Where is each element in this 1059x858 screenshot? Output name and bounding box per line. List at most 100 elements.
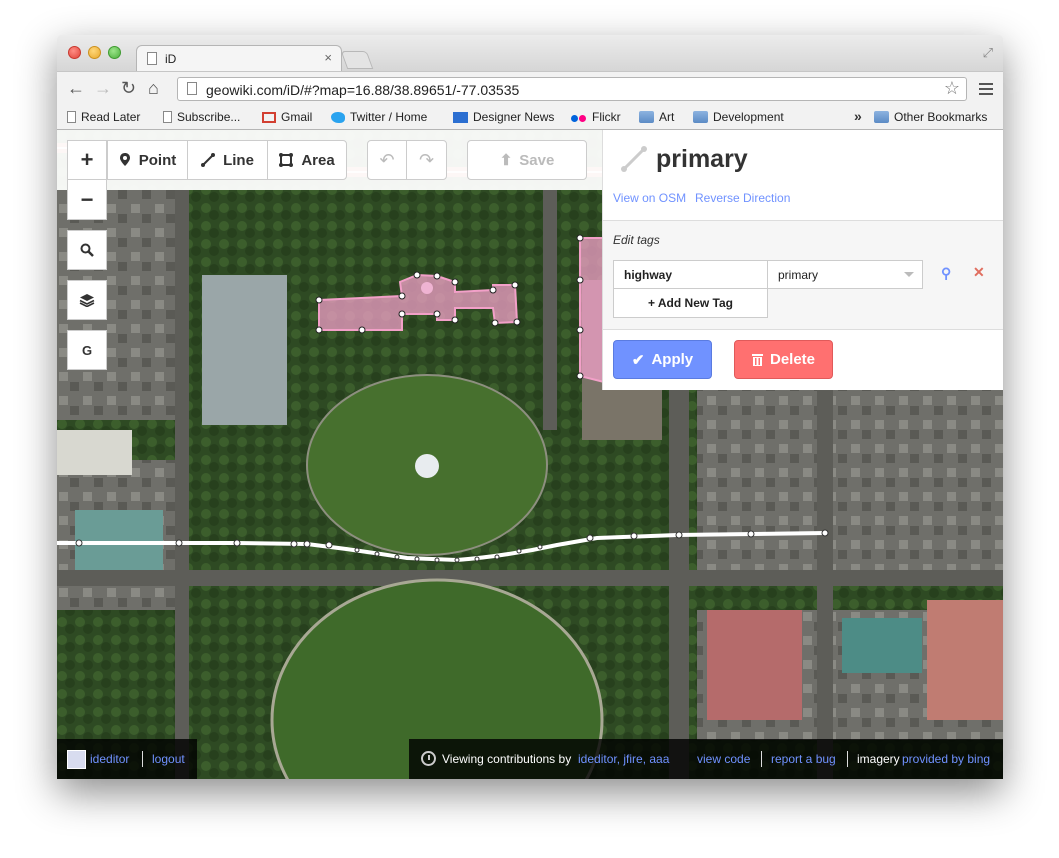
- footer-divider: [142, 751, 143, 767]
- reload-icon[interactable]: ↻: [121, 78, 136, 99]
- save-button[interactable]: ⬆ Save: [467, 140, 587, 180]
- avatar: [67, 750, 86, 769]
- designer-news-icon: [453, 112, 468, 123]
- map-viewport[interactable]: ✋ Point Line Area ↶ ↷: [57, 130, 1003, 779]
- geolocate-button[interactable]: G: [67, 330, 107, 370]
- browser-toolbar: ← → ↻ ⌂ geowiki.com/iD/#?map=16.88/38.89…: [57, 71, 1003, 105]
- bookmark-subscribe[interactable]: Subscribe...: [163, 110, 240, 124]
- page-icon: [187, 82, 197, 95]
- building-teal-1: [842, 618, 922, 673]
- window-maximize-button[interactable]: [108, 46, 121, 59]
- building-white: [57, 430, 132, 475]
- bookmark-designer-news[interactable]: Designer News: [453, 110, 554, 124]
- street-h: [57, 570, 1003, 586]
- footer-divider: [847, 751, 848, 767]
- fullscreen-icon[interactable]: ⤢: [983, 45, 993, 61]
- window-minimize-button[interactable]: [88, 46, 101, 59]
- bookmarks-bar: Read Later Subscribe... Gmail Twitter / …: [57, 105, 1003, 130]
- menu-icon[interactable]: [979, 83, 993, 95]
- search-icon: [80, 243, 94, 257]
- folder-icon: [874, 111, 889, 123]
- tag-info-search-icon[interactable]: ⚲: [941, 265, 951, 282]
- street-15th-north: [543, 190, 557, 430]
- mode-area-button[interactable]: Area: [268, 141, 346, 179]
- imagery-label: imagery: [857, 752, 900, 766]
- star-icon[interactable]: ☆: [944, 78, 960, 99]
- zoom-in-button[interactable]: +: [67, 140, 107, 180]
- checkmark-icon: ✔: [631, 351, 645, 369]
- report-bug-link[interactable]: report a bug: [771, 752, 836, 766]
- edit-tags-label: Edit tags: [613, 233, 660, 247]
- undo-redo-group: ↶ ↷: [367, 140, 447, 180]
- doc-icon: [67, 111, 76, 123]
- tab-title: iD: [165, 52, 177, 66]
- tab-close-icon[interactable]: ×: [324, 50, 332, 65]
- home-icon[interactable]: ⌂: [148, 78, 159, 99]
- clock-icon: [421, 751, 436, 766]
- add-tag-button[interactable]: + Add New Tag: [613, 288, 768, 318]
- redo-button[interactable]: ↷: [407, 141, 446, 179]
- inspector-panel: primary View on OSM Reverse Direction Ed…: [602, 130, 1003, 390]
- reverse-direction-link[interactable]: Reverse Direction: [695, 191, 790, 205]
- tab-strip: iD × ⤢: [57, 35, 1003, 72]
- zoom-out-button[interactable]: −: [67, 180, 107, 220]
- view-code-link[interactable]: view code: [697, 752, 750, 766]
- geocoder-button[interactable]: [67, 230, 107, 270]
- contributors-link[interactable]: ideditor, jfire, aaa: [578, 752, 669, 766]
- building-red-2: [927, 600, 1003, 720]
- bookmark-flickr[interactable]: Flickr: [571, 110, 621, 124]
- tag-value-input[interactable]: primary: [767, 260, 923, 289]
- street-east: [817, 390, 833, 779]
- line-icon: [621, 146, 647, 172]
- logout-link[interactable]: logout: [152, 752, 185, 766]
- inspector-header: primary View on OSM Reverse Direction: [603, 130, 1003, 220]
- viewing-contributions-text: Viewing contributions by: [442, 752, 572, 766]
- street-17th: [175, 190, 189, 779]
- footer-divider: [761, 751, 762, 767]
- tag-editor: Edit tags highway primary ⚲ ✕ + Add New …: [603, 220, 1003, 330]
- user-link[interactable]: ideditor: [90, 752, 129, 766]
- tag-key-input[interactable]: highway: [613, 260, 768, 289]
- folder-icon: [693, 111, 708, 123]
- view-on-osm-link[interactable]: View on OSM: [613, 191, 686, 205]
- bookmarks-overflow-icon[interactable]: »: [854, 108, 862, 124]
- address-bar[interactable]: geowiki.com/iD/#?map=16.88/38.89651/-77.…: [177, 77, 967, 101]
- layers-icon: [79, 294, 95, 307]
- layers-button[interactable]: [67, 280, 107, 320]
- bookmark-art[interactable]: Art: [639, 110, 674, 124]
- bookmark-gmail[interactable]: Gmail: [262, 110, 312, 124]
- mode-point-button[interactable]: Point: [108, 141, 188, 179]
- mode-line-button[interactable]: Line: [188, 141, 268, 179]
- back-icon[interactable]: ←: [67, 78, 85, 99]
- browser-window: iD × ⤢ ← → ↻ ⌂ geowiki.com/iD/#?map=16.8…: [57, 35, 1003, 779]
- apply-button[interactable]: ✔ Apply: [613, 340, 712, 379]
- imagery-source-link[interactable]: provided by bing: [902, 752, 990, 766]
- tag-value-text: primary: [778, 268, 819, 282]
- forward-icon[interactable]: →: [94, 78, 112, 99]
- mode-buttons: ✋ Point Line Area: [67, 140, 347, 180]
- editor-top-bar: ✋ Point Line Area ↶ ↷: [57, 130, 602, 190]
- window-close-button[interactable]: [68, 46, 81, 59]
- browser-tab[interactable]: iD ×: [136, 45, 342, 72]
- building-red-1: [707, 610, 802, 720]
- bookmark-development[interactable]: Development: [693, 110, 784, 124]
- arrow-up-icon: ⬆: [499, 152, 513, 169]
- line-icon: [201, 153, 216, 167]
- doc-icon: [163, 111, 172, 123]
- feature-title: primary: [656, 145, 748, 173]
- redo-icon: ↷: [418, 149, 435, 170]
- trash-icon: [751, 354, 763, 366]
- area-icon: [279, 153, 294, 167]
- bookmark-read-later[interactable]: Read Later: [67, 110, 140, 124]
- bookmark-twitter[interactable]: Twitter / Home: [331, 110, 427, 124]
- undo-icon: ↶: [379, 149, 395, 170]
- undo-button[interactable]: ↶: [368, 141, 407, 179]
- gmail-icon: [262, 112, 276, 123]
- delete-button[interactable]: Delete: [734, 340, 833, 379]
- chevron-down-icon[interactable]: [904, 272, 914, 277]
- folder-icon: [639, 111, 654, 123]
- block-ne: [697, 390, 1003, 570]
- bookmark-other[interactable]: Other Bookmarks: [874, 110, 987, 124]
- new-tab-button[interactable]: [340, 51, 374, 69]
- tag-remove-close-icon[interactable]: ✕: [973, 264, 985, 281]
